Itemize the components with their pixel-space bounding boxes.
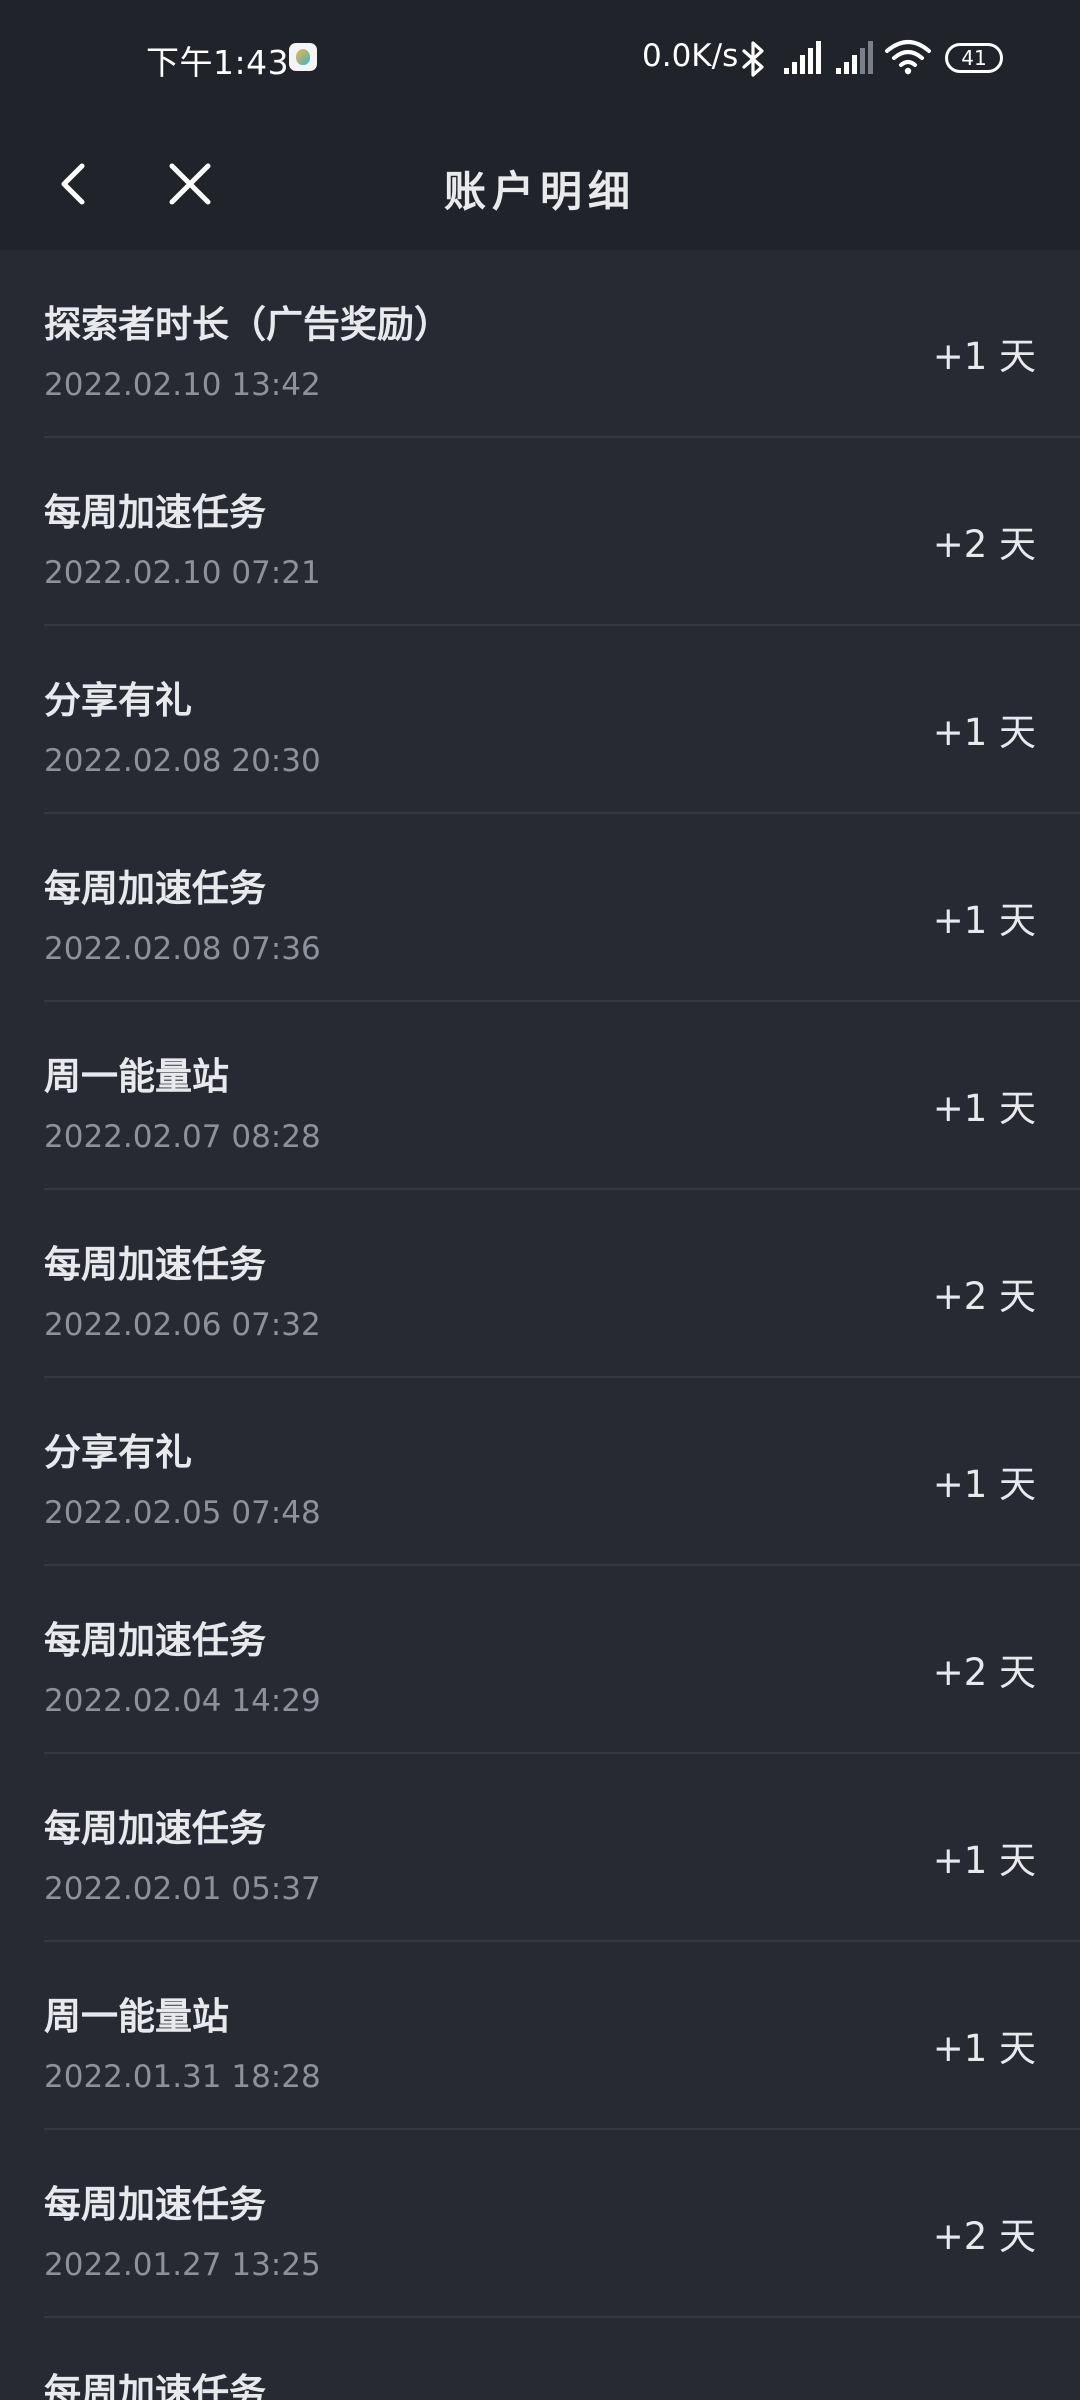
item-amount: +1 天 — [932, 1839, 1036, 1882]
item-time: 2022.01.31 18:28 — [44, 2059, 321, 2095]
network-speed: 0.0K/s — [642, 38, 739, 74]
item-title: 分享有礼 — [44, 679, 192, 722]
transaction-list[interactable]: 探索者时长（广告奖励） 2022.02.10 13:42 +1 天 每周加速任务… — [0, 250, 1080, 2400]
item-amount: +1 天 — [932, 335, 1036, 378]
item-time: 2022.02.08 07:36 — [44, 931, 321, 967]
battery-level: 41 — [945, 43, 1003, 73]
item-amount: +2 天 — [932, 2215, 1036, 2258]
signal-icon — [784, 41, 821, 74]
list-item: 分享有礼 2022.02.05 07:48 +1 天 — [44, 1378, 1080, 1566]
list-item: 分享有礼 2022.02.08 20:30 +1 天 — [44, 626, 1080, 814]
item-amount: +1 天 — [932, 899, 1036, 942]
item-time: 2022.02.01 05:37 — [44, 1871, 321, 1907]
item-amount: +1 天 — [932, 711, 1036, 754]
list-item: 探索者时长（广告奖励） 2022.02.10 13:42 +1 天 — [44, 250, 1080, 438]
item-amount: +1 天 — [932, 2027, 1036, 2070]
item-amount: +2 天 — [932, 523, 1036, 566]
item-time: 2022.02.05 07:48 — [44, 1495, 321, 1531]
bluetooth-icon — [742, 41, 764, 77]
status-time: 下午1:43 — [146, 43, 290, 82]
item-time: 2022.01.27 13:25 — [44, 2247, 321, 2283]
signal-icon — [836, 41, 873, 74]
item-amount: +1 天 — [932, 1463, 1036, 1506]
item-title: 每周加速任务 — [44, 1243, 266, 1286]
item-time: 2022.02.08 20:30 — [44, 743, 321, 779]
item-amount: +1 天 — [932, 1087, 1036, 1130]
list-item: 周一能量站 2022.02.07 08:28 +1 天 — [44, 1002, 1080, 1190]
item-time: 2022.02.04 14:29 — [44, 1683, 321, 1719]
list-item: 每周加速任务 2022.02.10 07:21 +2 天 — [44, 438, 1080, 626]
list-item: 每周加速任务 — [44, 2318, 1080, 2400]
item-title: 每周加速任务 — [44, 2183, 266, 2226]
item-title: 每周加速任务 — [44, 1807, 266, 1850]
item-title: 每周加速任务 — [44, 491, 266, 534]
item-time: 2022.02.10 13:42 — [44, 367, 321, 403]
item-title: 周一能量站 — [44, 1995, 229, 2038]
list-item: 每周加速任务 2022.02.08 07:36 +1 天 — [44, 814, 1080, 1002]
list-item: 每周加速任务 2022.02.01 05:37 +1 天 — [44, 1754, 1080, 1942]
wifi-icon — [885, 40, 931, 75]
header: 账户明细 — [0, 118, 1080, 250]
list-item: 每周加速任务 2022.02.04 14:29 +2 天 — [44, 1566, 1080, 1754]
item-amount: +2 天 — [932, 1275, 1036, 1318]
list-item: 每周加速任务 2022.02.06 07:32 +2 天 — [44, 1190, 1080, 1378]
item-title: 每周加速任务 — [44, 1619, 266, 1662]
item-title: 探索者时长（广告奖励） — [44, 303, 451, 346]
item-title: 分享有礼 — [44, 1431, 192, 1474]
list-item: 周一能量站 2022.01.31 18:28 +1 天 — [44, 1942, 1080, 2130]
item-time: 2022.02.06 07:32 — [44, 1307, 321, 1343]
item-title: 每周加速任务 — [44, 867, 266, 910]
item-time: 2022.02.10 07:21 — [44, 555, 321, 591]
item-time: 2022.02.07 08:28 — [44, 1119, 321, 1155]
item-amount: +2 天 — [932, 1651, 1036, 1694]
list-item: 每周加速任务 2022.01.27 13:25 +2 天 — [44, 2130, 1080, 2318]
item-title: 周一能量站 — [44, 1055, 229, 1098]
app-notification-icon — [289, 43, 317, 71]
status-bar: 下午1:43 0.0K/s 41 — [0, 0, 1080, 118]
page-title: 账户明细 — [443, 167, 636, 216]
screen: 下午1:43 0.0K/s 41 账户明细 探索者时长（广告奖励） 2022.0… — [0, 0, 1080, 2400]
item-title: 每周加速任务 — [44, 2371, 266, 2400]
